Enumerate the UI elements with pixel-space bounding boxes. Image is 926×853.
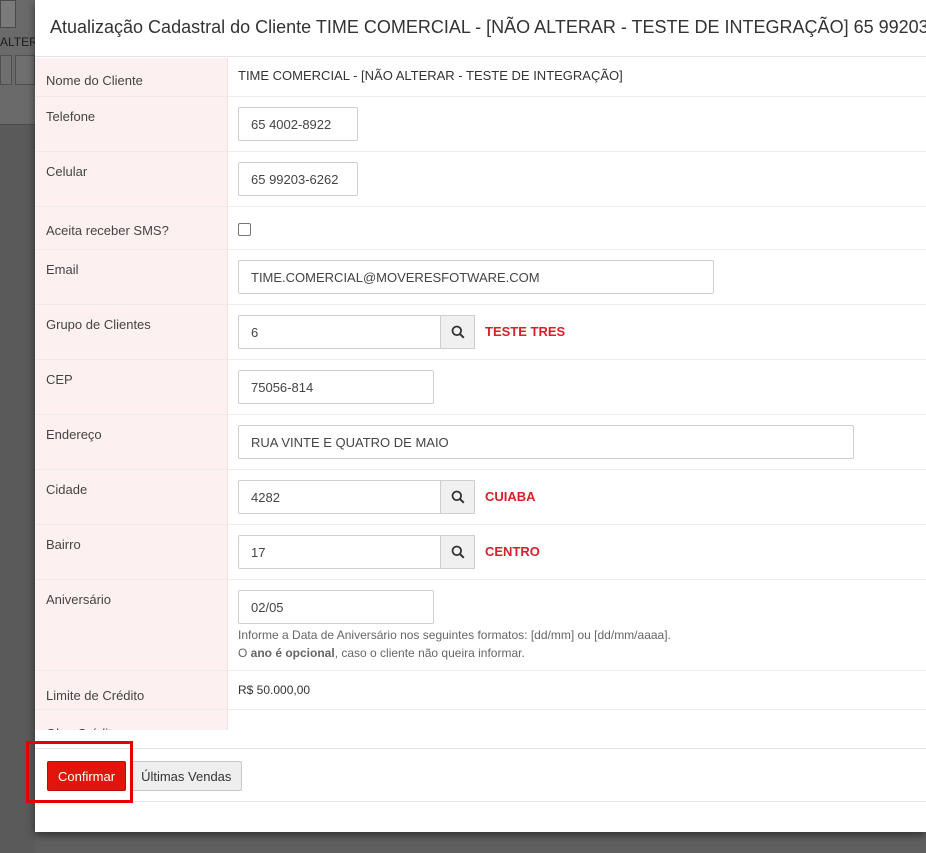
- bairro-description: CENTRO: [485, 544, 540, 559]
- aniversario-help-line2: O ano é opcional, caso o cliente não que…: [238, 644, 671, 662]
- row-endereco: Endereço RUA VINTE E QUATRO DE MAIO: [35, 415, 926, 470]
- label-cep: CEP: [35, 360, 228, 414]
- modal-footer: Confirmar Últimas Vendas: [35, 748, 926, 802]
- label-obs: Obs. Crédito: [35, 710, 228, 730]
- help-bold: ano é opcional: [250, 646, 335, 660]
- bairro-input[interactable]: 17: [238, 535, 441, 569]
- recent-sales-button[interactable]: Últimas Vendas: [130, 761, 243, 791]
- row-obs: Obs. Crédito: [35, 710, 926, 730]
- celular-input[interactable]: 65 99203-6262: [238, 162, 358, 196]
- modal-header: Atualização Cadastral do Cliente TIME CO…: [35, 0, 926, 57]
- background-label: ALTER: [0, 35, 35, 49]
- background-dropdown: [0, 55, 12, 85]
- row-aniversario: Aniversário 02/05 Informe a Data de Aniv…: [35, 580, 926, 671]
- label-telefone: Telefone: [35, 97, 228, 151]
- aniversario-help: Informe a Data de Aniversário nos seguin…: [238, 626, 671, 662]
- client-form: Nome do Cliente TIME COMERCIAL - [NÃO AL…: [35, 58, 926, 730]
- label-nome: Nome do Cliente: [35, 58, 228, 96]
- grupo-description: TESTE TRES: [485, 324, 566, 339]
- cep-input[interactable]: 75056-814: [238, 370, 434, 404]
- background-truck-icon: [0, 0, 16, 28]
- aniversario-input[interactable]: 02/05: [238, 590, 434, 624]
- grupo-input[interactable]: 6: [238, 315, 441, 349]
- cidade-description: CUIABA: [485, 489, 536, 504]
- label-celular: Celular: [35, 152, 228, 206]
- row-grupo: Grupo de Clientes 6 TESTE TRES: [35, 305, 926, 360]
- row-bairro: Bairro 17 CENTRO: [35, 525, 926, 580]
- value-nome: TIME COMERCIAL - [NÃO ALTERAR - TESTE DE…: [238, 68, 623, 83]
- cidade-search-button[interactable]: [441, 480, 475, 514]
- cidade-input[interactable]: 4282: [238, 480, 441, 514]
- help-suffix: , caso o cliente não queira informar.: [334, 646, 525, 660]
- label-grupo: Grupo de Clientes: [35, 305, 228, 359]
- aniversario-help-line1: Informe a Data de Aniversário nos seguin…: [238, 628, 671, 642]
- label-bairro: Bairro: [35, 525, 228, 579]
- highlight-annotation: [26, 741, 133, 803]
- value-limite: R$ 50.000,00: [238, 683, 311, 697]
- label-email: Email: [35, 250, 228, 304]
- telefone-input[interactable]: 65 4002-8922: [238, 107, 358, 141]
- row-limite: Limite de Crédito R$ 50.000,00: [35, 671, 926, 710]
- modal-title: Atualização Cadastral do Cliente TIME CO…: [50, 17, 926, 37]
- grupo-search-button[interactable]: [441, 315, 475, 349]
- label-limite: Limite de Crédito: [35, 671, 228, 709]
- endereco-input[interactable]: RUA VINTE E QUATRO DE MAIO: [238, 425, 854, 459]
- label-sms: Aceita receber SMS?: [35, 207, 228, 249]
- label-aniversario: Aniversário: [35, 580, 228, 670]
- grupo-input-group: 6: [238, 315, 475, 349]
- sms-checkbox[interactable]: [238, 223, 251, 236]
- row-cidade: Cidade 4282 CUIABA: [35, 470, 926, 525]
- search-icon: [451, 325, 465, 339]
- help-prefix: O: [238, 646, 251, 660]
- row-email: Email TIME.COMERCIAL@MOVERESFOTWARE.COM: [35, 250, 926, 305]
- background-field: [15, 55, 35, 85]
- row-telefone: Telefone 65 4002-8922: [35, 97, 926, 152]
- client-update-modal: Atualização Cadastral do Cliente TIME CO…: [35, 0, 926, 832]
- row-sms: Aceita receber SMS?: [35, 207, 926, 250]
- email-input[interactable]: TIME.COMERCIAL@MOVERESFOTWARE.COM: [238, 260, 714, 294]
- search-icon: [451, 490, 465, 504]
- row-cep: CEP 75056-814: [35, 360, 926, 415]
- label-endereco: Endereço: [35, 415, 228, 469]
- bairro-search-button[interactable]: [441, 535, 475, 569]
- background-app: ALTER: [0, 0, 35, 853]
- label-cidade: Cidade: [35, 470, 228, 524]
- search-icon: [451, 545, 465, 559]
- cidade-input-group: 4282: [238, 480, 475, 514]
- bairro-input-group: 17: [238, 535, 475, 569]
- row-nome: Nome do Cliente TIME COMERCIAL - [NÃO AL…: [35, 58, 926, 97]
- row-celular: Celular 65 99203-6262: [35, 152, 926, 207]
- background-divider: [0, 124, 35, 125]
